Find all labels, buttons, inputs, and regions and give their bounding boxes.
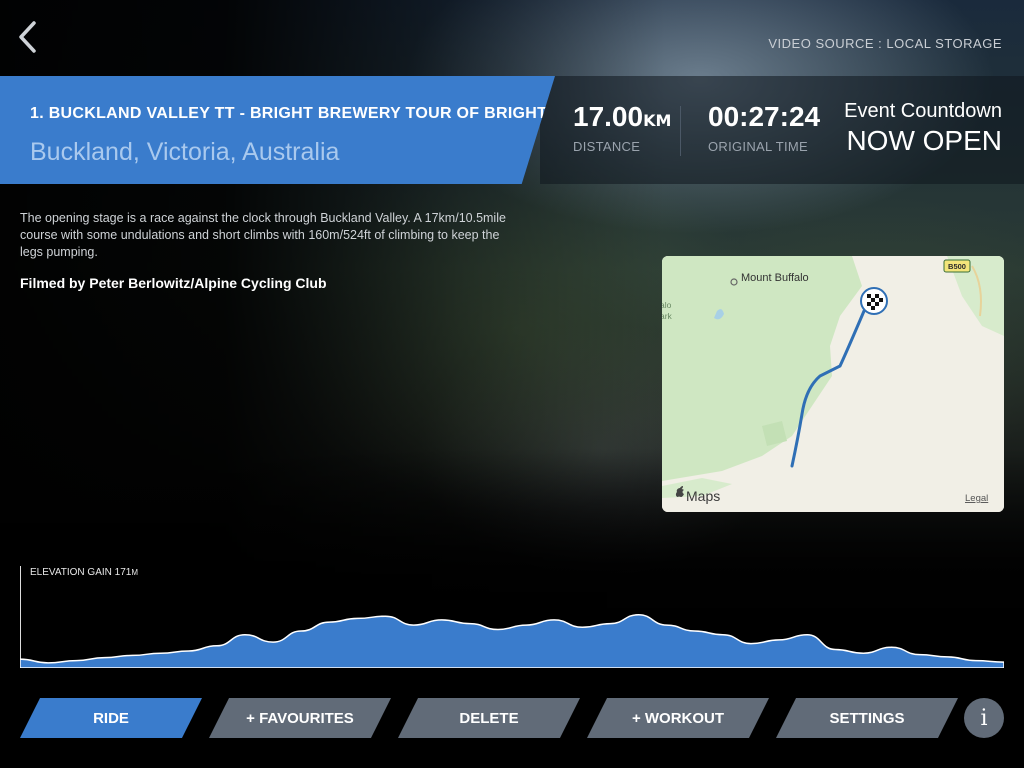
settings-button[interactable]: SETTINGS	[776, 698, 958, 738]
distance-unit: KM	[643, 111, 672, 130]
route-description: The opening stage is a race against the …	[20, 211, 506, 259]
map-legal-link[interactable]: Legal	[965, 493, 988, 504]
chevron-left-icon	[19, 21, 36, 53]
add-favourites-button[interactable]: + FAVOURITES	[209, 698, 391, 738]
map-road-badge: B500	[948, 262, 966, 271]
countdown-title: Event Countdown	[844, 100, 1002, 122]
distance-value: 17.00	[573, 101, 644, 132]
elevation-gain-unit: M	[131, 568, 139, 577]
route-title-banner: 1. BUCKLAND VALLEY TT - BRIGHT BREWERY T…	[0, 76, 555, 184]
time-stat: 00:27:24 ORIGINAL TIME	[708, 101, 820, 154]
route-location: Buckland, Victoria, Australia	[30, 138, 340, 166]
info-button[interactable]: i	[964, 698, 1004, 738]
time-value: 00:27:24	[708, 101, 821, 132]
finish-flag-icon	[860, 287, 888, 315]
route-credit: Filmed by Peter Berlowitz/Alpine Cycling…	[20, 275, 327, 291]
event-countdown: Event Countdown NOW OPEN	[844, 100, 1002, 157]
map-brand: Maps	[686, 488, 720, 504]
distance-stat: 17.00KM DISTANCE	[573, 101, 671, 154]
countdown-status: NOW OPEN	[846, 125, 1002, 156]
map-place-label: Mount Buffalo	[741, 272, 809, 284]
elevation-gain-text: ELEVATION GAIN 171	[30, 567, 132, 578]
elevation-profile-area	[20, 613, 1004, 668]
map-canvas: Mount Buffalo alo ark B500 Maps Legal	[662, 256, 1004, 512]
distance-label: DISTANCE	[573, 139, 641, 154]
video-source-label: VIDEO SOURCE : LOCAL STORAGE	[768, 36, 1002, 51]
time-label: ORIGINAL TIME	[708, 139, 808, 154]
delete-button[interactable]: DELETE	[398, 698, 580, 738]
elevation-gain-label: ELEVATION GAIN 171M	[30, 567, 138, 578]
back-button[interactable]	[12, 18, 42, 56]
ride-button[interactable]: RIDE	[20, 698, 202, 738]
map-park-label-2: ark	[662, 311, 673, 321]
map-park-label-1: alo	[662, 300, 672, 310]
route-map[interactable]: Mount Buffalo alo ark B500 Maps Legal	[662, 256, 1004, 512]
add-workout-button[interactable]: + WORKOUT	[587, 698, 769, 738]
route-title: 1. BUCKLAND VALLEY TT - BRIGHT BREWERY T…	[30, 105, 548, 122]
stat-divider	[680, 106, 681, 156]
elevation-profile-chart	[20, 613, 1004, 668]
info-icon: i	[980, 705, 988, 731]
